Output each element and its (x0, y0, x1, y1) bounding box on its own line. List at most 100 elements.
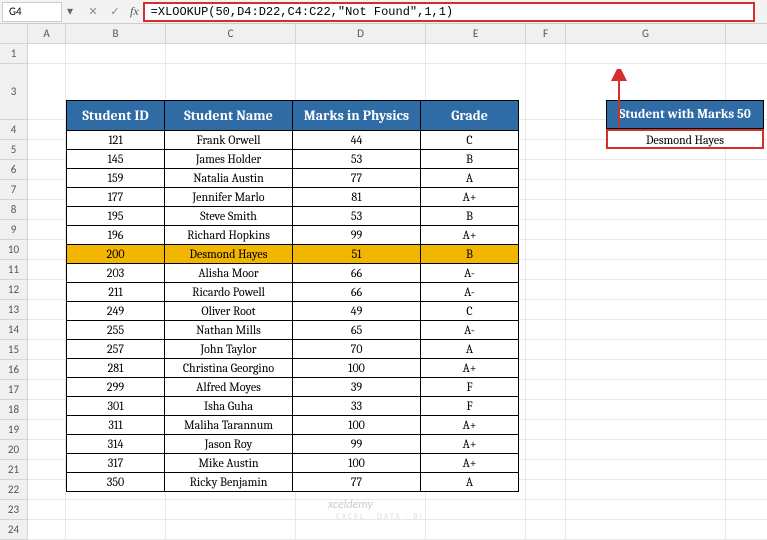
cell-name[interactable]: Richard Hopkins (165, 226, 293, 245)
cell-name[interactable]: Ricky Benjamin (165, 473, 293, 492)
cell-name[interactable]: Mike Austin (165, 454, 293, 473)
cell-marks[interactable]: 66 (293, 283, 421, 302)
cell-name[interactable]: Frank Orwell (165, 131, 293, 150)
row-header-3[interactable]: 3 (0, 64, 28, 120)
cell-id[interactable]: 301 (67, 397, 165, 416)
cell-grade[interactable]: A+ (421, 359, 519, 378)
col-header-C[interactable]: C (166, 24, 296, 43)
cell-marks[interactable]: 49 (293, 302, 421, 321)
cell-marks[interactable]: 39 (293, 378, 421, 397)
row-header-1[interactable]: 1 (0, 44, 28, 64)
cell-grade[interactable]: B (421, 245, 519, 264)
cell-grade[interactable]: B (421, 150, 519, 169)
row-header-8[interactable]: 8 (0, 200, 28, 220)
col-header-G[interactable]: G (566, 24, 726, 43)
cell-id[interactable]: 314 (67, 435, 165, 454)
cell-id[interactable]: 299 (67, 378, 165, 397)
cell-marks[interactable]: 33 (293, 397, 421, 416)
table-row[interactable]: 249Oliver Root49C (67, 302, 519, 321)
cell-grade[interactable]: A- (421, 321, 519, 340)
table-row[interactable]: 159Natalia Austin77A (67, 169, 519, 188)
cell-marks[interactable]: 100 (293, 454, 421, 473)
cell-marks[interactable]: 51 (293, 245, 421, 264)
cell-name[interactable]: Ricardo Powell (165, 283, 293, 302)
row-header-21[interactable]: 21 (0, 460, 28, 480)
cell-grade[interactable]: A- (421, 264, 519, 283)
cell-marks[interactable]: 65 (293, 321, 421, 340)
cell-id[interactable]: 255 (67, 321, 165, 340)
col-header-F[interactable]: F (526, 24, 566, 43)
cell-grade[interactable]: A (421, 473, 519, 492)
cell-marks[interactable]: 99 (293, 226, 421, 245)
formula-bar[interactable]: =XLOOKUP(50,D4:D22,C4:C22,"Not Found",1,… (143, 2, 755, 22)
row-header-20[interactable]: 20 (0, 440, 28, 460)
cell-name[interactable]: Natalia Austin (165, 169, 293, 188)
cell-grade[interactable]: F (421, 397, 519, 416)
col-header-A[interactable]: A (28, 24, 66, 43)
row-header-14[interactable]: 14 (0, 320, 28, 340)
table-row[interactable]: 195Steve Smith53B (67, 207, 519, 226)
cell-id[interactable]: 350 (67, 473, 165, 492)
cell-name[interactable]: Alfred Moyes (165, 378, 293, 397)
cell-marks[interactable]: 77 (293, 473, 421, 492)
cell-marks[interactable]: 70 (293, 340, 421, 359)
table-row[interactable]: 255Nathan Mills65A- (67, 321, 519, 340)
cell-name[interactable]: John Taylor (165, 340, 293, 359)
cell-grade[interactable]: A+ (421, 454, 519, 473)
row-header-22[interactable]: 22 (0, 480, 28, 500)
fx-icon[interactable]: fx (130, 4, 139, 19)
cell-id[interactable]: 177 (67, 188, 165, 207)
cell-name[interactable]: Isha Guha (165, 397, 293, 416)
cell-marks[interactable]: 77 (293, 169, 421, 188)
cell-name[interactable]: Alisha Moor (165, 264, 293, 283)
row-header-18[interactable]: 18 (0, 400, 28, 420)
cell-name[interactable]: Desmond Hayes (165, 245, 293, 264)
cell-grade[interactable]: C (421, 131, 519, 150)
result-cell[interactable]: Desmond Hayes (606, 129, 764, 149)
cell-name[interactable]: Steve Smith (165, 207, 293, 226)
row-header-13[interactable]: 13 (0, 300, 28, 320)
row-header-19[interactable]: 19 (0, 420, 28, 440)
cell-marks[interactable]: 53 (293, 207, 421, 226)
cell-id[interactable]: 203 (67, 264, 165, 283)
table-row[interactable]: 257John Taylor70A (67, 340, 519, 359)
cell-marks[interactable]: 100 (293, 359, 421, 378)
col-header-E[interactable]: E (426, 24, 526, 43)
cell-id[interactable]: 159 (67, 169, 165, 188)
row-header-7[interactable]: 7 (0, 180, 28, 200)
cell-marks[interactable]: 81 (293, 188, 421, 207)
col-header-B[interactable]: B (66, 24, 166, 43)
table-row[interactable]: 200Desmond Hayes51B (67, 245, 519, 264)
row-header-15[interactable]: 15 (0, 340, 28, 360)
row-header-24[interactable]: 24 (0, 520, 28, 540)
cell-id[interactable]: 311 (67, 416, 165, 435)
cell-id[interactable]: 145 (67, 150, 165, 169)
cell-grade[interactable]: A+ (421, 416, 519, 435)
row-header-23[interactable]: 23 (0, 500, 28, 520)
table-row[interactable]: 317Mike Austin100A+ (67, 454, 519, 473)
cell-id[interactable]: 196 (67, 226, 165, 245)
cell-id[interactable]: 281 (67, 359, 165, 378)
cell-id[interactable]: 249 (67, 302, 165, 321)
row-header-17[interactable]: 17 (0, 380, 28, 400)
col-header-D[interactable]: D (296, 24, 426, 43)
cell-id[interactable]: 121 (67, 131, 165, 150)
table-row[interactable]: 211Ricardo Powell66A- (67, 283, 519, 302)
row-header-16[interactable]: 16 (0, 360, 28, 380)
cell-grade[interactable]: A (421, 169, 519, 188)
enter-icon[interactable]: ✓ (108, 5, 122, 18)
cell-marks[interactable]: 53 (293, 150, 421, 169)
table-row[interactable]: 281Christina Georgino100A+ (67, 359, 519, 378)
cell-name[interactable]: Jason Roy (165, 435, 293, 454)
row-header-9[interactable]: 9 (0, 220, 28, 240)
cell-id[interactable]: 195 (67, 207, 165, 226)
select-all-corner[interactable] (0, 24, 28, 43)
cell-marks[interactable]: 66 (293, 264, 421, 283)
cell-grade[interactable]: F (421, 378, 519, 397)
cell-id[interactable]: 317 (67, 454, 165, 473)
row-header-6[interactable]: 6 (0, 160, 28, 180)
cell-grade[interactable]: A- (421, 283, 519, 302)
cell-grade[interactable]: A+ (421, 226, 519, 245)
cell-name[interactable]: James Holder (165, 150, 293, 169)
cell-grade[interactable]: A+ (421, 188, 519, 207)
